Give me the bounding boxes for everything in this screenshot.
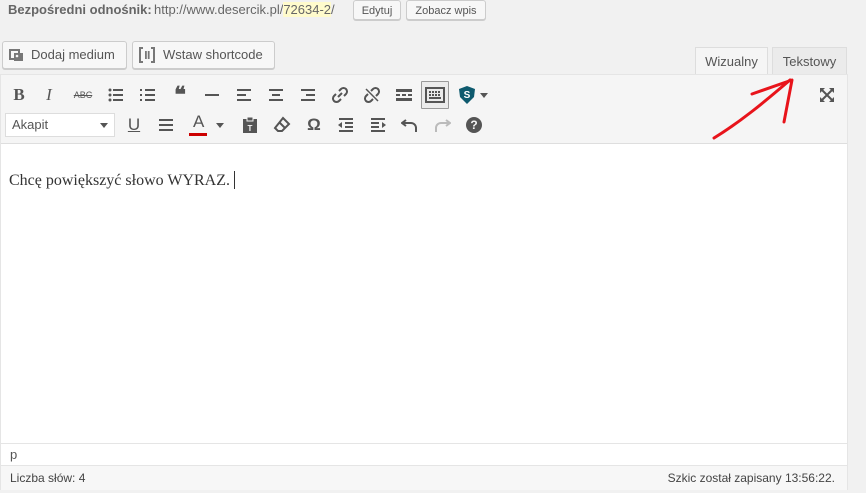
dropdown-icon[interactable] — [475, 82, 493, 108]
read-more-icon[interactable] — [391, 82, 417, 108]
justify-icon[interactable] — [153, 112, 179, 138]
strikethrough-icon[interactable]: ABC — [70, 82, 96, 108]
insert-shortcode-label: Wstaw shortcode — [163, 47, 263, 62]
add-media-label: Dodaj medium — [31, 47, 115, 62]
insert-shortcode-button[interactable]: Wstaw shortcode — [132, 41, 275, 69]
blockquote-icon[interactable]: ❝ — [167, 82, 193, 108]
word-count: Liczba słów: 4 — [10, 471, 86, 485]
align-center-icon[interactable] — [263, 82, 289, 108]
italic-icon[interactable]: I — [36, 82, 62, 108]
editor-toolbar: B I ABC ❝ S Akapit U A T Ω ? — [1, 75, 847, 144]
toolbar-toggle-icon[interactable] — [421, 81, 449, 109]
align-left-icon[interactable] — [231, 82, 257, 108]
element-path[interactable]: p — [10, 444, 17, 466]
svg-text:S: S — [464, 90, 471, 101]
content-text: Chcę powiększyć słowo WYRAZ. — [9, 172, 230, 189]
unlink-icon[interactable] — [359, 82, 385, 108]
permalink-url-base: http://www.desercik.pl/ — [154, 2, 284, 17]
format-select[interactable]: Akapit — [5, 113, 115, 137]
indent-icon[interactable] — [365, 112, 391, 138]
bulleted-list-icon[interactable] — [103, 82, 129, 108]
redo-icon[interactable] — [429, 112, 455, 138]
draft-saved-status: Szkic został zapisany 13:56:22. — [667, 471, 835, 485]
color-dropdown-icon[interactable] — [211, 112, 229, 138]
paste-as-text-icon[interactable]: T — [237, 112, 263, 138]
tab-visual[interactable]: Wizualny — [695, 47, 768, 75]
tab-text[interactable]: Tekstowy — [772, 47, 847, 75]
permalink-url-tail: / — [331, 2, 335, 17]
undo-icon[interactable] — [397, 112, 423, 138]
special-character-icon[interactable]: Ω — [301, 112, 327, 138]
numbered-list-icon[interactable] — [135, 82, 161, 108]
horizontal-line-icon[interactable] — [199, 82, 225, 108]
text-color-bar — [189, 133, 207, 136]
bold-icon[interactable]: B — [6, 82, 32, 108]
permalink-slug[interactable]: 72634-2 — [283, 2, 332, 17]
format-select-value: Akapit — [12, 117, 49, 132]
add-media-icon — [9, 49, 23, 61]
text-color-icon[interactable]: A — [185, 112, 211, 138]
permalink-row: Bezpośredni odnośnik: http://www.deserci… — [0, 0, 866, 22]
clear-formatting-icon[interactable] — [269, 112, 295, 138]
element-path-bar: p — [1, 443, 847, 466]
editor: B I ABC ❝ S Akapit U A T Ω ? Chcę powięk… — [0, 74, 848, 490]
svg-text:T: T — [248, 124, 253, 133]
align-right-icon[interactable] — [295, 82, 321, 108]
status-bar: Liczba słów: 4 Szkic został zapisany 13:… — [1, 465, 847, 490]
edit-permalink-button[interactable]: Edytuj — [353, 0, 401, 20]
outdent-icon[interactable] — [333, 112, 359, 138]
shortcode-icon — [139, 47, 155, 63]
text-cursor — [234, 171, 235, 189]
help-glyph: ? — [466, 117, 482, 133]
permalink-url[interactable]: http://www.desercik.pl/72634-2/ — [154, 0, 335, 20]
text-color-glyph: A — [193, 112, 205, 131]
underline-icon[interactable]: U — [121, 112, 147, 138]
fullscreen-icon[interactable] — [814, 82, 840, 108]
link-icon[interactable] — [327, 82, 353, 108]
chevron-down-icon — [100, 123, 108, 128]
permalink-label: Bezpośredni odnośnik: — [8, 2, 152, 17]
add-media-button[interactable]: Dodaj medium — [2, 41, 127, 69]
view-post-button[interactable]: Zobacz wpis — [406, 0, 486, 20]
help-icon[interactable]: ? — [461, 112, 487, 138]
editor-content[interactable]: Chcę powiększyć słowo WYRAZ. — [9, 171, 235, 190]
